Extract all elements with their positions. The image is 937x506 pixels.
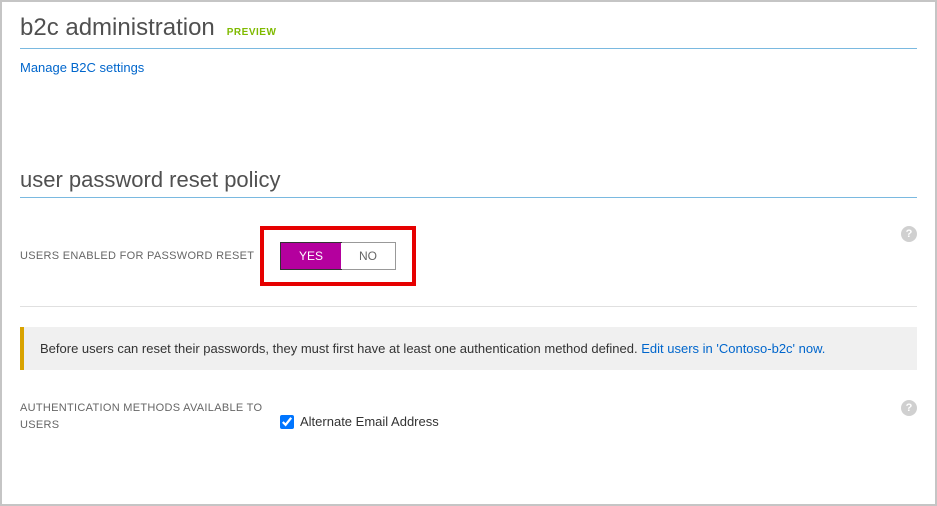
manage-b2c-settings-link[interactable]: Manage B2C settings (20, 60, 144, 75)
edit-users-link[interactable]: Edit users in 'Contoso-b2c' now. (641, 341, 825, 356)
yes-no-toggle: YES NO (280, 242, 396, 270)
info-banner-text: Before users can reset their passwords, … (40, 341, 641, 356)
help-icon[interactable]: ? (901, 400, 917, 416)
toggle-no[interactable]: NO (341, 243, 395, 269)
auth-method-alternate-email[interactable]: Alternate Email Address (280, 414, 439, 429)
toggle-yes[interactable]: YES (280, 242, 342, 270)
auth-methods-options: Alternate Email Address (280, 400, 439, 429)
auth-methods-row: AUTHENTICATION METHODS AVAILABLE TO USER… (20, 400, 917, 433)
info-banner: Before users can reset their passwords, … (20, 327, 917, 370)
help-icon[interactable]: ? (901, 226, 917, 242)
auth-methods-label: AUTHENTICATION METHODS AVAILABLE TO USER… (20, 400, 280, 433)
password-reset-label: USERS ENABLED FOR PASSWORD RESET (20, 250, 260, 262)
spacer (20, 77, 917, 167)
preview-badge: PREVIEW (227, 27, 277, 38)
alternate-email-checkbox[interactable] (280, 415, 294, 429)
password-reset-control: YES NO (260, 226, 416, 286)
highlight-box: YES NO (260, 226, 416, 286)
password-reset-field-row: USERS ENABLED FOR PASSWORD RESET YES NO … (20, 226, 917, 286)
page-title: b2c administration (20, 14, 215, 42)
divider (20, 306, 917, 307)
section-title: user password reset policy (20, 167, 917, 198)
page-header: b2c administration PREVIEW (20, 14, 917, 49)
alternate-email-label: Alternate Email Address (300, 414, 439, 429)
